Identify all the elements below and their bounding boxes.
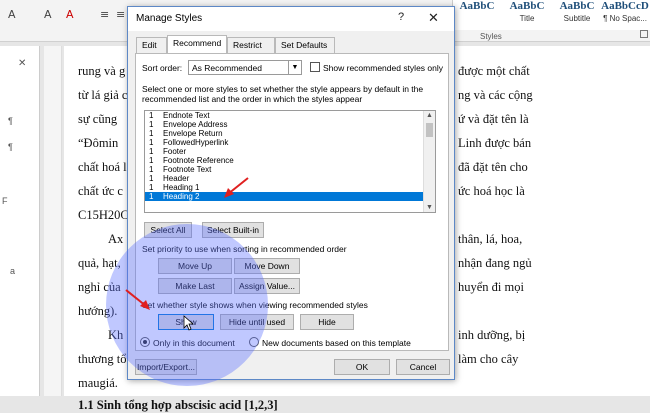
tab-set-defaults[interactable]: Set Defaults bbox=[275, 37, 335, 53]
sort-order-label: Sort order: bbox=[142, 63, 183, 73]
pilcrow-icon: ¶ bbox=[8, 142, 13, 152]
doc-line: “Đômin bbox=[78, 136, 119, 150]
list-item[interactable]: 1 Heading 1 bbox=[145, 183, 435, 192]
list-item[interactable]: 1 Endnote Text bbox=[145, 111, 435, 120]
list-item[interactable]: 1 Envelope Address bbox=[145, 120, 435, 129]
list-item[interactable]: 1 FollowedHyperlink bbox=[145, 138, 435, 147]
select-builtin-button[interactable]: Select Built-in bbox=[202, 222, 264, 238]
doc-line: đã đặt tên cho bbox=[458, 160, 528, 174]
list-item[interactable]: 1 Header bbox=[145, 174, 435, 183]
hide-button[interactable]: Hide bbox=[300, 314, 354, 330]
doc-line: được một chất bbox=[458, 64, 530, 78]
doc-line: thương tổ bbox=[78, 352, 127, 366]
list-scrollbar[interactable]: ▲ ▼ bbox=[423, 111, 435, 212]
font-effects-icon[interactable]: A bbox=[8, 8, 16, 21]
list-item[interactable]: 1 Footnote Text bbox=[145, 165, 435, 174]
font-color-icon[interactable]: A bbox=[66, 8, 74, 21]
doc-line: ng và các cộng bbox=[458, 88, 533, 102]
doc-line: huyển đi mọi bbox=[458, 280, 524, 294]
doc-line: làm cho cây bbox=[458, 352, 519, 366]
style-card-title[interactable]: AaBbC Title bbox=[503, 0, 551, 30]
show-button[interactable]: Show bbox=[158, 314, 214, 330]
show-recommended-only-checkbox[interactable] bbox=[310, 62, 320, 72]
section-heading: 1.1 Sinh tổng hợp abscisic acid [1,2,3] bbox=[78, 398, 278, 412]
style-gallery: AaBbC AaBbC Title AaBbC Subtitle AaBbCcD… bbox=[452, 0, 650, 30]
dialog-title: Manage Styles bbox=[136, 13, 203, 24]
new-documents-label: New documents based on this template bbox=[262, 338, 411, 348]
chevron-down-icon: ▼ bbox=[288, 61, 301, 74]
marker-icon: F bbox=[2, 196, 8, 206]
instructions-line: Select one or more styles to set whether… bbox=[142, 84, 424, 94]
doc-line: chất hoá l bbox=[78, 160, 127, 174]
doc-line: sự cũng bbox=[78, 112, 118, 126]
pilcrow-icon: ¶ bbox=[8, 116, 13, 126]
scroll-thumb[interactable] bbox=[426, 123, 433, 137]
visibility-label: Set whether style shows when viewing rec… bbox=[142, 300, 368, 310]
marker-icon: a bbox=[10, 266, 16, 276]
style-card-subtitle[interactable]: AaBbC Subtitle bbox=[553, 0, 601, 30]
styles-group-label: Styles bbox=[480, 32, 502, 41]
new-documents-radio[interactable] bbox=[249, 337, 259, 347]
assign-value-button[interactable]: Assign Value... bbox=[234, 278, 300, 294]
list-item[interactable]: 1 Footer bbox=[145, 147, 435, 156]
scroll-up-icon[interactable]: ▲ bbox=[426, 112, 433, 119]
show-recommended-only-label: Show recommended styles only bbox=[323, 63, 444, 73]
only-this-document-label: Only in this document bbox=[153, 338, 235, 348]
list-item[interactable]: 1 Footnote Reference bbox=[145, 156, 435, 165]
doc-line: chất ức c bbox=[78, 184, 123, 198]
tab-restrict[interactable]: Restrict bbox=[227, 37, 275, 53]
vertical-ruler bbox=[44, 46, 62, 396]
doc-line: từ lá giả c bbox=[78, 88, 128, 102]
tab-edit[interactable]: Edit bbox=[136, 37, 167, 53]
doc-line: nghỉ của bbox=[78, 280, 121, 294]
doc-line: Kh bbox=[108, 328, 124, 342]
align-center-icon[interactable]: ≡ bbox=[116, 8, 125, 21]
move-up-button[interactable]: Move Up bbox=[158, 258, 232, 274]
navigation-pane: ✕ ¶ ¶ F a bbox=[0, 46, 40, 396]
list-item[interactable]: 1 Envelope Return bbox=[145, 129, 435, 138]
doc-line: ứ và đặt tên là bbox=[458, 112, 529, 126]
close-icon[interactable]: ✕ bbox=[18, 58, 26, 69]
doc-line: hướng). bbox=[78, 304, 118, 318]
help-icon[interactable]: ? bbox=[398, 11, 404, 23]
recommend-tab-panel: Sort order: As Recommended ▼ Show recomm… bbox=[135, 53, 449, 351]
scroll-down-icon[interactable]: ▼ bbox=[426, 204, 433, 211]
select-all-button[interactable]: Select All bbox=[144, 222, 192, 238]
instructions-line: recommended list and the order in which … bbox=[142, 94, 363, 104]
hide-until-used-button[interactable]: Hide until used bbox=[220, 314, 294, 330]
tab-recommend[interactable]: Recommend bbox=[167, 35, 227, 53]
doc-line: nhận đang ngủ bbox=[458, 256, 532, 270]
doc-line: C15H20C bbox=[78, 208, 129, 222]
doc-line: quả, hạt, bbox=[78, 256, 121, 270]
dialog-titlebar[interactable]: Manage Styles ? ✕ bbox=[128, 7, 454, 31]
doc-line: ức hoá học là bbox=[458, 184, 525, 198]
only-this-document-radio[interactable] bbox=[140, 337, 150, 347]
ok-button[interactable]: OK bbox=[334, 359, 390, 375]
import-export-button[interactable]: Import/Export... bbox=[135, 359, 197, 375]
close-icon[interactable]: ✕ bbox=[428, 10, 439, 26]
list-item-selected[interactable]: 1 Heading 2 bbox=[145, 192, 435, 201]
doc-line: thân, lá, hoa, bbox=[458, 232, 523, 246]
doc-line: maugiá. bbox=[78, 376, 118, 390]
sort-order-select[interactable]: As Recommended ▼ bbox=[188, 60, 302, 75]
styles-dialog-launcher[interactable] bbox=[640, 30, 648, 38]
priority-label: Set priority to use when sorting in reco… bbox=[142, 244, 347, 254]
cancel-button[interactable]: Cancel bbox=[396, 359, 450, 375]
style-card-no-spacing[interactable]: AaBbCcD ¶ No Spac... bbox=[601, 0, 649, 30]
style-card[interactable]: AaBbC bbox=[453, 0, 501, 30]
make-last-button[interactable]: Make Last bbox=[158, 278, 232, 294]
doc-line: rung và g bbox=[78, 64, 126, 78]
doc-line: Linh được bán bbox=[458, 136, 532, 150]
move-down-button[interactable]: Move Down bbox=[234, 258, 300, 274]
doc-line: Ax bbox=[108, 232, 124, 246]
manage-styles-dialog: Manage Styles ? ✕ Edit Recommend Restric… bbox=[127, 6, 455, 380]
doc-line: inh dưỡng, bị bbox=[458, 328, 526, 342]
styles-listbox[interactable]: 1 Endnote Text 1 Envelope Address 1 Envelop… bbox=[144, 110, 436, 213]
align-left-icon[interactable]: ≡ bbox=[100, 8, 109, 21]
text-highlight-icon[interactable]: A bbox=[44, 8, 52, 21]
